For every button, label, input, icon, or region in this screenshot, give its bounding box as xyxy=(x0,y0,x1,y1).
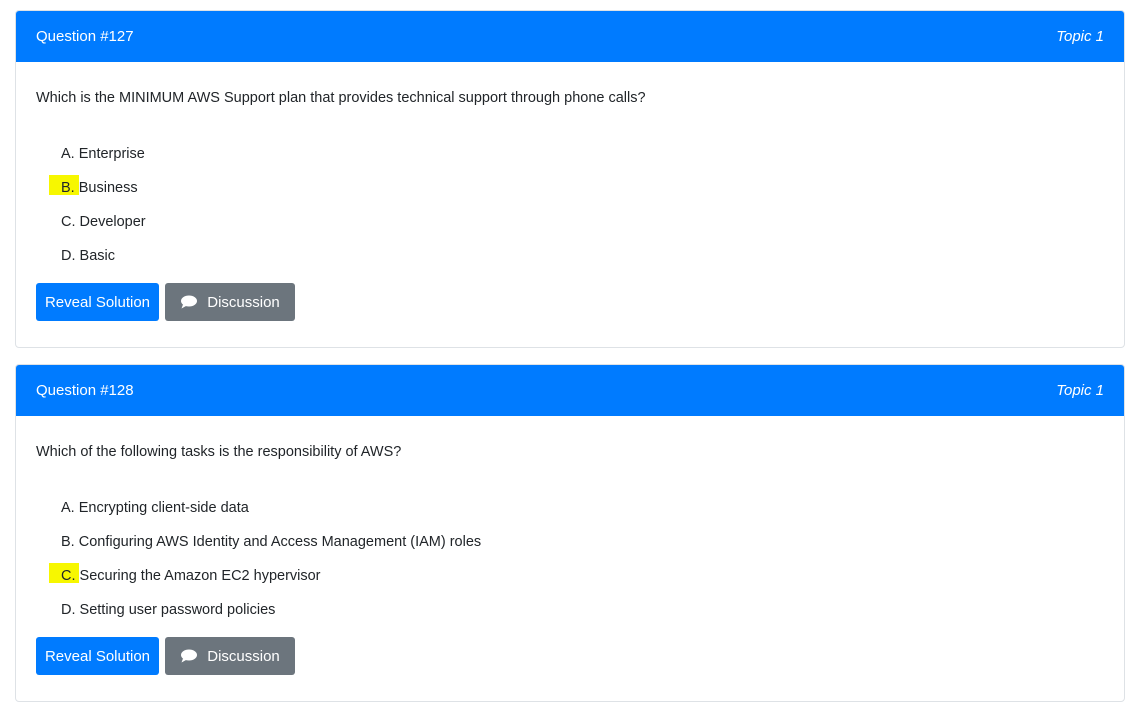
choice-d[interactable]: D. Setting user password policies xyxy=(61,600,1104,634)
choice-letter: C. xyxy=(61,214,76,230)
choice-a[interactable]: A. Enterprise xyxy=(61,144,1104,178)
question-body: Which is the MINIMUM AWS Support plan th… xyxy=(16,88,1124,321)
choice-text: Securing the Amazon EC2 hypervisor xyxy=(75,568,321,584)
topic-label: Topic 1 xyxy=(1056,28,1104,45)
question-card-128: Question #128 Topic 1 Which of the follo… xyxy=(15,364,1125,702)
choice-b[interactable]: B. Configuring AWS Identity and Access M… xyxy=(61,532,1104,566)
choice-a[interactable]: A. Encrypting client-side data xyxy=(61,498,1104,532)
chat-bubble-icon xyxy=(181,295,198,309)
choice-letter: B. xyxy=(61,534,75,550)
choice-text: Developer xyxy=(75,214,146,230)
discussion-label: Discussion xyxy=(207,293,280,311)
choice-text: Configuring AWS Identity and Access Mana… xyxy=(74,534,482,550)
choice-letter: A. xyxy=(61,500,75,516)
choice-text: Encrypting client-side data xyxy=(74,500,249,516)
choice-d[interactable]: D. Basic xyxy=(61,246,1104,280)
question-card-127: Question #127 Topic 1 Which is the MINIM… xyxy=(15,10,1125,348)
choice-letter: A. xyxy=(61,146,75,162)
reveal-solution-button[interactable]: Reveal Solution xyxy=(36,283,159,321)
question-header: Question #128 Topic 1 xyxy=(16,365,1124,416)
choice-letter: D. xyxy=(61,248,76,264)
chat-bubble-icon xyxy=(181,649,198,663)
question-header: Question #127 Topic 1 xyxy=(16,11,1124,62)
question-body: Which of the following tasks is the resp… xyxy=(16,442,1124,675)
choice-letter-highlighted: C. xyxy=(49,563,79,584)
choice-text: Business xyxy=(74,180,138,196)
question-number: Question #128 xyxy=(36,382,134,399)
discussion-button[interactable]: Discussion xyxy=(165,283,295,321)
page: Question #127 Topic 1 Which is the MINIM… xyxy=(0,0,1135,711)
choice-letter: D. xyxy=(61,602,76,618)
choice-b[interactable]: B. Business xyxy=(49,175,1104,212)
choice-c[interactable]: C. Securing the Amazon EC2 hypervisor xyxy=(49,563,1104,600)
question-text: Which of the following tasks is the resp… xyxy=(36,444,402,460)
choice-text: Basic xyxy=(75,248,115,264)
question-number: Question #127 xyxy=(36,28,134,45)
choice-c[interactable]: C. Developer xyxy=(61,212,1104,246)
question-actions: Reveal Solution Discussion xyxy=(36,283,1104,321)
topic-label: Topic 1 xyxy=(1056,382,1104,399)
choice-text: Enterprise xyxy=(74,146,145,162)
question-text: Which is the MINIMUM AWS Support plan th… xyxy=(36,90,646,106)
choice-letter-highlighted: B. xyxy=(49,175,79,196)
discussion-label: Discussion xyxy=(207,647,280,665)
reveal-solution-button[interactable]: Reveal Solution xyxy=(36,637,159,675)
question-actions: Reveal Solution Discussion xyxy=(36,637,1104,675)
choice-list: A. Encrypting client-side data B. Config… xyxy=(36,498,1104,634)
choice-text: Setting user password policies xyxy=(75,602,276,618)
discussion-button[interactable]: Discussion xyxy=(165,637,295,675)
choice-list: A. Enterprise B. Business C. Developer D… xyxy=(36,144,1104,280)
